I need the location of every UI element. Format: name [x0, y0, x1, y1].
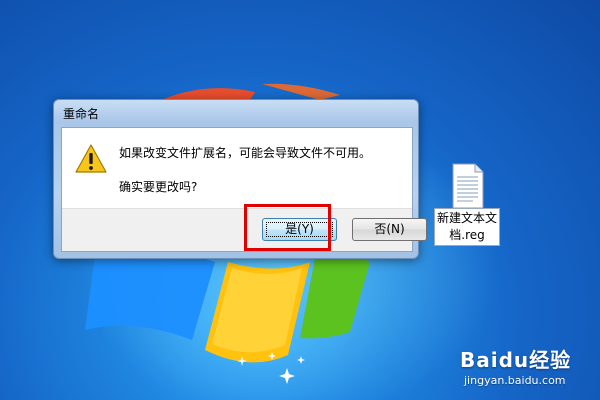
- dialog-message: 如果改变文件扩展名，可能会导致文件不可用。: [119, 146, 372, 160]
- warning-icon: [75, 144, 107, 173]
- no-button[interactable]: 否(N): [352, 218, 427, 241]
- watermark-url: jingyan.baidu.com: [464, 374, 566, 387]
- text-document-icon[interactable]: [447, 162, 487, 210]
- dialog-client-area: 如果改变文件扩展名，可能会导致文件不可用。 确实要更改吗? 是(Y) 否(N): [61, 127, 427, 252]
- no-button-label: 否(N): [374, 222, 405, 236]
- baidu-watermark: Baidu经验 jingyan.baidu.com: [460, 344, 595, 392]
- file-name-line2: 档.reg: [449, 228, 485, 242]
- file-name-edit-box[interactable]: 新建文本文 档.reg: [434, 208, 500, 246]
- watermark-brand: Baidu经验: [460, 348, 572, 372]
- file-name-line1: 新建文本文: [436, 211, 497, 225]
- rename-dialog: 重命名 如果改变文件扩展名，可能会导致文件不可用。 确实要更改吗? 是(Y) 否…: [53, 99, 427, 259]
- dialog-title: 重命名: [63, 107, 100, 121]
- dialog-question: 确实要更改吗?: [119, 180, 198, 194]
- dialog-titlebar[interactable]: 重命名: [54, 100, 418, 126]
- highlight-box: [244, 204, 331, 251]
- dialog-button-bar: 是(Y) 否(N): [62, 208, 427, 251]
